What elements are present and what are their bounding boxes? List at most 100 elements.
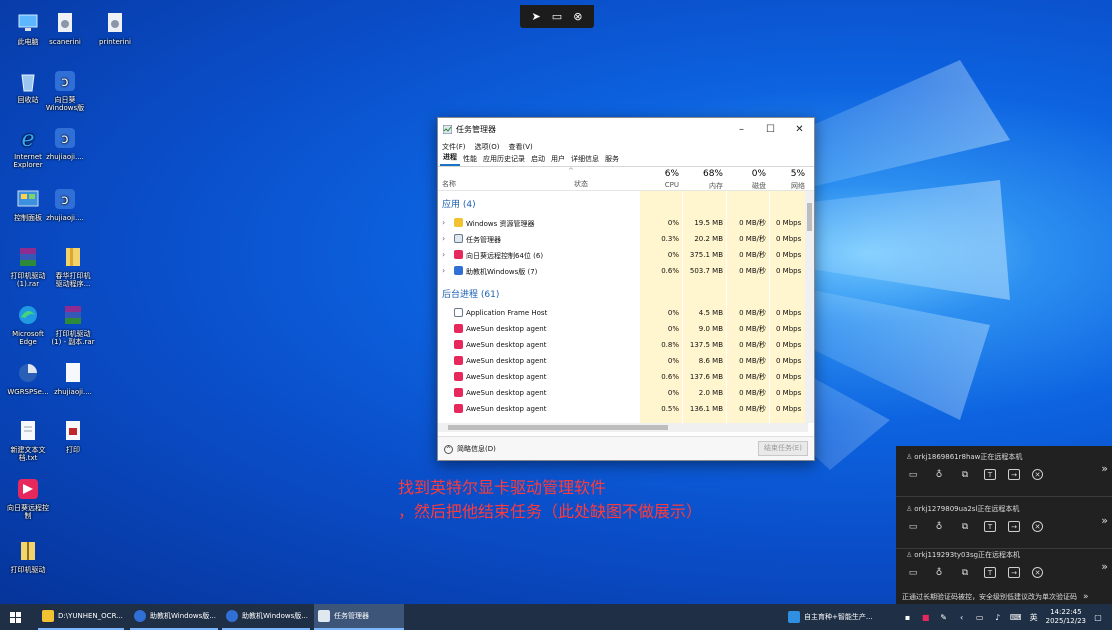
volume-icon[interactable]: ♪	[992, 613, 1004, 622]
desktop-icon-zhujiaoji-1[interactable]: ↄ zhujiaoji....	[42, 125, 88, 161]
pointer-icon[interactable]: ➤	[532, 11, 541, 22]
process-row[interactable]: › 任务管理器 0.3% 20.2 MB 0 MB/秒 0 Mbps	[438, 231, 808, 247]
network-icon[interactable]: ▭	[974, 613, 986, 622]
tab-processes[interactable]: 进程	[440, 152, 460, 166]
process-row[interactable]: AweSun desktop agent 0.8% 137.5 MB 0 MB/…	[438, 337, 808, 353]
start-button[interactable]	[10, 604, 21, 630]
minimize-button[interactable]: –	[727, 118, 756, 140]
screen-share-icon[interactable]: ⧉	[958, 468, 972, 481]
desktop-icon-print[interactable]: 打印	[50, 418, 96, 454]
keyboard-icon[interactable]: ⌨	[1010, 613, 1022, 622]
disconnect-icon[interactable]: ✕	[1032, 567, 1043, 578]
text-icon[interactable]: T	[984, 567, 996, 578]
clock[interactable]: 14:22:45 2025/12/23	[1046, 608, 1086, 626]
expand-icon[interactable]: »	[1101, 514, 1108, 527]
process-row[interactable]: AweSun desktop agent 0.5% 136.1 MB 0 MB/…	[438, 401, 808, 417]
ime-indicator[interactable]: 英	[1028, 612, 1040, 623]
microphone-icon[interactable]: ♁	[932, 566, 946, 579]
desktop: 此电脑 scanerini printerini 回收站 ↄ 向日葵 Windo…	[0, 0, 1112, 604]
expand-icon[interactable]: »	[1101, 462, 1108, 475]
desktop-icon-wgrsp[interactable]: WGRSPSe...	[5, 360, 51, 396]
process-row[interactable]: AweSun desktop agent 0% 2.0 MB 0 MB/秒 0 …	[438, 385, 808, 401]
expand-icon[interactable]: »	[1101, 560, 1108, 573]
file-transfer-icon[interactable]: →	[1008, 567, 1020, 578]
horizontal-scrollbar[interactable]	[438, 423, 808, 432]
screen-share-icon[interactable]: ⧉	[958, 520, 972, 533]
security-warning[interactable]: 正通过长期验证码被控，安全级别低建议改为单次验证码 »	[902, 592, 1089, 602]
maximize-button[interactable]: ☐	[756, 118, 785, 140]
taskbar-notify-app[interactable]: 自主育种+智能生产...	[788, 604, 873, 630]
expand-chevron-icon[interactable]: ›	[442, 218, 445, 227]
scroll-thumb[interactable]	[448, 425, 668, 430]
column-status[interactable]: 状态	[574, 179, 588, 189]
chat-icon[interactable]: ▭	[906, 566, 920, 579]
desktop-icon-sunlogin-remote[interactable]: 向日葵远程控 制	[5, 476, 51, 520]
column-network[interactable]: 网络	[770, 181, 808, 191]
menu-file[interactable]: 文件(F)	[442, 142, 466, 152]
end-task-button[interactable]: 结束任务(E)	[758, 441, 808, 456]
close-circle-icon[interactable]: ⊗	[573, 11, 582, 22]
process-row[interactable]: › Windows 资源管理器 0% 19.5 MB 0 MB/秒 0 Mbps	[438, 215, 808, 231]
tab-startup[interactable]: 启动	[528, 154, 548, 166]
scroll-thumb[interactable]	[807, 203, 812, 231]
process-row[interactable]: AweSun desktop agent 0% 9.0 MB 0 MB/秒 0 …	[438, 321, 808, 337]
taskbar-item-task-manager[interactable]: 任务管理器	[314, 604, 404, 630]
fewer-details-button[interactable]: ^ 简略信息(D)	[444, 444, 496, 454]
desktop-icon-driver-folder[interactable]: 春华打印机 驱动程序...	[50, 244, 96, 288]
tab-app-history[interactable]: 应用历史记录	[480, 154, 528, 166]
menu-view[interactable]: 查看(V)	[508, 142, 532, 152]
taskbar-item-explorer[interactable]: D:\YUNHEN_OCR...	[38, 604, 124, 630]
tab-performance[interactable]: 性能	[460, 154, 480, 166]
column-memory[interactable]: 内存	[683, 181, 726, 191]
chat-icon[interactable]: ▭	[906, 468, 920, 481]
microphone-icon[interactable]: ♁	[932, 520, 946, 533]
sunlogin-tray-icon[interactable]: ■	[920, 613, 932, 622]
title-bar[interactable]: 任务管理器 – ☐ ✕	[438, 118, 814, 140]
column-name[interactable]: 名称	[442, 179, 456, 189]
chat-icon[interactable]: ▭	[906, 520, 920, 533]
column-disk[interactable]: 磁盘	[727, 181, 769, 191]
column-cpu[interactable]: CPU	[640, 181, 682, 189]
process-row[interactable]: › 助教机Windows版 (7) 0.6% 503.7 MB 0 MB/秒 0…	[438, 263, 808, 279]
expand-chevron-icon[interactable]: ›	[442, 250, 445, 259]
desktop-icon-printer-driver-folder[interactable]: 打印机驱动	[5, 538, 51, 574]
microphone-icon[interactable]: ♁	[932, 468, 946, 481]
desktop-icon-sunlogin[interactable]: ↄ 向日葵 Windows版	[42, 68, 88, 112]
desktop-icon-printerini[interactable]: printerini	[92, 10, 138, 46]
process-row[interactable]: AweSun desktop agent 0.6% 137.6 MB 0 MB/…	[438, 369, 808, 385]
notification-icon[interactable]: ▢	[1092, 613, 1104, 622]
expand-icon[interactable]: »	[1083, 592, 1089, 602]
expand-chevron-icon[interactable]: ›	[442, 234, 445, 243]
process-row[interactable]: › 向日葵远程控制64位 (6) 0% 375.1 MB 0 MB/秒 0 Mb…	[438, 247, 808, 263]
awesun-icon	[454, 356, 463, 365]
menu-options[interactable]: 选项(O)	[475, 142, 500, 152]
tab-users[interactable]: 用户	[548, 154, 568, 166]
process-row[interactable]: AweSun desktop agent 0% 8.6 MB 0 MB/秒 0 …	[438, 353, 808, 369]
tab-details[interactable]: 详细信息	[568, 154, 602, 166]
disconnect-icon[interactable]: ✕	[1032, 521, 1043, 532]
file-transfer-icon[interactable]: →	[1008, 469, 1020, 480]
desktop-icon-scanerini[interactable]: scanerini	[42, 10, 88, 46]
text-icon[interactable]: T	[984, 521, 996, 532]
file-transfer-icon[interactable]: →	[1008, 521, 1020, 532]
desktop-icon-new-text-file[interactable]: 新建文本文 档.txt	[5, 418, 51, 462]
disconnect-icon[interactable]: ✕	[1032, 469, 1043, 480]
tab-services[interactable]: 服务	[602, 154, 622, 166]
vertical-scrollbar[interactable]	[805, 191, 814, 423]
tray-window-icon[interactable]: ▪	[902, 613, 914, 622]
screen-share-icon[interactable]: ⧉	[958, 566, 972, 579]
taskbar-item-zhujiaoji-2[interactable]: 助教机Windows版...	[222, 604, 310, 630]
desktop-icon-zhujiaoji-2[interactable]: ↄ zhujiaoji....	[42, 186, 88, 222]
screen-icon[interactable]: ▭	[552, 11, 562, 22]
desktop-icon-zhujiaoji-file[interactable]: zhujiaoji....	[50, 360, 96, 396]
process-row[interactable]: Application Frame Host 0% 4.5 MB 0 MB/秒 …	[438, 305, 808, 321]
pen-icon[interactable]: ✎	[938, 613, 950, 622]
expand-chevron-icon[interactable]: ›	[442, 266, 445, 275]
close-button[interactable]: ✕	[785, 118, 814, 140]
desktop-icon-edge[interactable]: Microsoft Edge	[5, 302, 51, 346]
desktop-icon-printer-driver-rar-copy[interactable]: 打印机驱动 (1) - 副本.rar	[50, 302, 96, 346]
taskbar-item-zhujiaoji-1[interactable]: 助教机Windows版...	[130, 604, 218, 630]
chevron-left-icon[interactable]: ‹	[956, 613, 968, 622]
desktop-icon-printer-driver-rar[interactable]: 打印机驱动 (1).rar	[5, 244, 51, 288]
text-icon[interactable]: T	[984, 469, 996, 480]
